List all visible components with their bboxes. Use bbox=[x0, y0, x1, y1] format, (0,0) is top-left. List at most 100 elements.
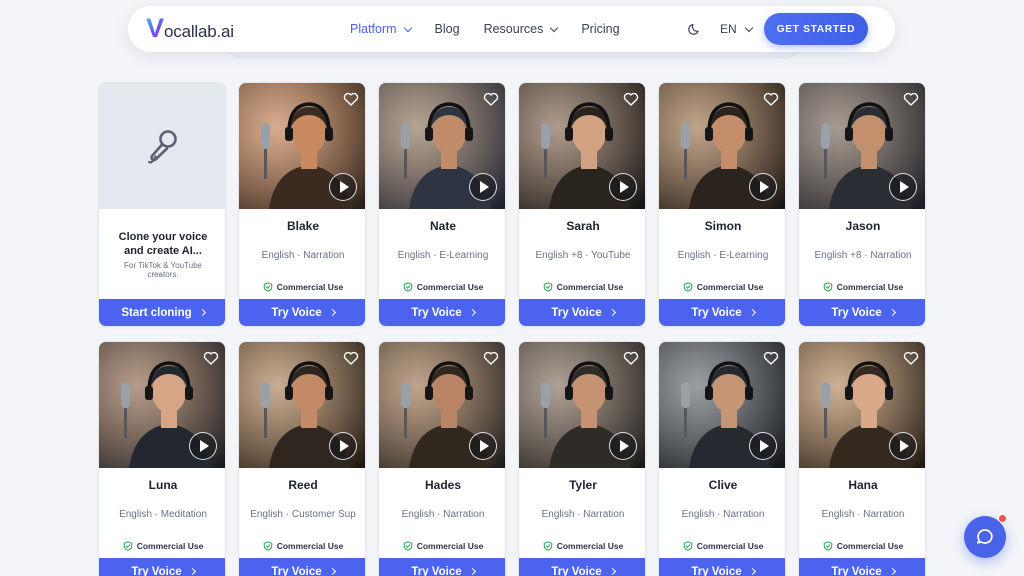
voice-name: Simon bbox=[704, 219, 742, 233]
voice-avatar-photo bbox=[379, 83, 505, 209]
voice-avatar-photo bbox=[659, 342, 785, 468]
clone-voice-card[interactable]: Clone your voice and create AI... For Ti… bbox=[98, 82, 226, 327]
microphone-icon bbox=[147, 130, 177, 164]
nav-platform[interactable]: Platform bbox=[350, 22, 412, 36]
play-icon bbox=[620, 440, 629, 452]
try-voice-button[interactable]: Try Voice bbox=[379, 558, 505, 576]
nav-resources[interactable]: Resources bbox=[484, 22, 559, 36]
play-button[interactable] bbox=[889, 173, 917, 201]
try-voice-button[interactable]: Try Voice bbox=[799, 558, 925, 576]
logo[interactable]: V ocallab.ai bbox=[146, 14, 234, 46]
clone-card-title: Clone your voice and create AI... bbox=[118, 231, 208, 257]
try-voice-button[interactable]: Try Voice bbox=[99, 558, 225, 576]
voice-card[interactable]: Jason English +8 · Narration Commercial … bbox=[798, 82, 926, 327]
chevron-right-icon bbox=[188, 567, 196, 576]
voice-card[interactable]: Simon English · E-Learning Commercial Us… bbox=[658, 82, 786, 327]
try-voice-button[interactable]: Try Voice bbox=[239, 299, 365, 326]
try-voice-button[interactable]: Try Voice bbox=[519, 558, 645, 576]
commercial-use-label: Commercial Use bbox=[696, 541, 764, 551]
voice-tags: English +8 · YouTube bbox=[535, 250, 631, 261]
voice-avatar-photo bbox=[659, 83, 785, 209]
play-icon bbox=[200, 440, 209, 452]
voice-name: Tyler bbox=[569, 478, 597, 492]
chevron-right-icon bbox=[198, 308, 206, 317]
commercial-use-label: Commercial Use bbox=[276, 282, 344, 292]
try-voice-label: Try Voice bbox=[131, 565, 182, 576]
voice-card[interactable]: Blake English · Narration Commercial Use… bbox=[238, 82, 366, 327]
play-button[interactable] bbox=[749, 432, 777, 460]
voice-card[interactable]: Reed English · Customer Sup Commercial U… bbox=[238, 341, 366, 576]
favorite-heart-icon[interactable] bbox=[763, 91, 779, 107]
play-button[interactable] bbox=[329, 173, 357, 201]
chevron-right-icon bbox=[608, 567, 616, 576]
start-cloning-button[interactable]: Start cloning bbox=[99, 299, 225, 326]
voice-card[interactable]: Nate English · E-Learning Commercial Use… bbox=[378, 82, 506, 327]
chevron-down-icon bbox=[744, 23, 753, 32]
chevron-right-icon bbox=[328, 567, 336, 576]
favorite-heart-icon[interactable] bbox=[903, 91, 919, 107]
try-voice-button[interactable]: Try Voice bbox=[519, 299, 645, 326]
start-cloning-label: Start cloning bbox=[121, 306, 192, 319]
shield-check-icon bbox=[263, 282, 272, 292]
nav-pricing[interactable]: Pricing bbox=[581, 22, 619, 36]
play-button[interactable] bbox=[889, 432, 917, 460]
voice-card[interactable]: Hades English · Narration Commercial Use… bbox=[378, 341, 506, 576]
play-button[interactable] bbox=[749, 173, 777, 201]
voice-tags: English · Narration bbox=[261, 250, 345, 261]
voice-card[interactable]: Luna English · Meditation Commercial Use… bbox=[98, 341, 226, 576]
favorite-heart-icon[interactable] bbox=[623, 350, 639, 366]
voice-tags: English · Narration bbox=[401, 509, 485, 520]
voice-tags: English · Meditation bbox=[119, 509, 207, 520]
voice-card[interactable]: Clive English · Narration Commercial Use… bbox=[658, 341, 786, 576]
commercial-use-badge: Commercial Use bbox=[239, 282, 365, 292]
commercial-use-label: Commercial Use bbox=[836, 282, 904, 292]
favorite-heart-icon[interactable] bbox=[623, 91, 639, 107]
favorite-heart-icon[interactable] bbox=[343, 350, 359, 366]
voice-tags: English +8 · Narration bbox=[814, 250, 912, 261]
nav-blog[interactable]: Blog bbox=[435, 22, 460, 36]
voice-avatar-photo bbox=[799, 83, 925, 209]
try-voice-button[interactable]: Try Voice bbox=[379, 299, 505, 326]
favorite-heart-icon[interactable] bbox=[483, 91, 499, 107]
get-started-button[interactable]: GET STARTED bbox=[764, 13, 868, 45]
play-button[interactable] bbox=[469, 432, 497, 460]
try-voice-button[interactable]: Try Voice bbox=[799, 299, 925, 326]
commercial-use-badge: Commercial Use bbox=[519, 282, 645, 292]
voice-card[interactable]: Hana English · Narration Commercial Use … bbox=[798, 341, 926, 576]
play-button[interactable] bbox=[609, 173, 637, 201]
voice-card[interactable]: Sarah English +8 · YouTube Commercial Us… bbox=[518, 82, 646, 327]
favorite-heart-icon[interactable] bbox=[343, 91, 359, 107]
play-button[interactable] bbox=[609, 432, 637, 460]
chevron-right-icon bbox=[608, 308, 616, 317]
voice-tags: English · Narration bbox=[541, 509, 625, 520]
voice-name: Nate bbox=[429, 219, 456, 233]
favorite-heart-icon[interactable] bbox=[483, 350, 499, 366]
shield-check-icon bbox=[823, 282, 832, 292]
voice-grid: Clone your voice and create AI... For Ti… bbox=[98, 82, 926, 576]
favorite-heart-icon[interactable] bbox=[763, 350, 779, 366]
try-voice-button[interactable]: Try Voice bbox=[659, 299, 785, 326]
commercial-use-badge: Commercial Use bbox=[379, 541, 505, 551]
voice-avatar-photo bbox=[519, 342, 645, 468]
favorite-heart-icon[interactable] bbox=[903, 350, 919, 366]
shield-check-icon bbox=[263, 541, 272, 551]
play-button[interactable] bbox=[329, 432, 357, 460]
logo-text: ocallab.ai bbox=[164, 22, 234, 41]
play-button[interactable] bbox=[469, 173, 497, 201]
commercial-use-label: Commercial Use bbox=[276, 541, 344, 551]
try-voice-label: Try Voice bbox=[271, 306, 322, 319]
chevron-down-icon bbox=[550, 23, 559, 32]
commercial-use-badge: Commercial Use bbox=[239, 541, 365, 551]
logo-mark: V bbox=[146, 13, 165, 43]
play-icon bbox=[900, 181, 909, 193]
play-icon bbox=[900, 440, 909, 452]
play-button[interactable] bbox=[189, 432, 217, 460]
language-selector[interactable]: EN bbox=[720, 6, 753, 52]
voice-tags: English · Narration bbox=[681, 509, 765, 520]
chevron-right-icon bbox=[748, 567, 756, 576]
voice-card[interactable]: Tyler English · Narration Commercial Use… bbox=[518, 341, 646, 576]
try-voice-button[interactable]: Try Voice bbox=[239, 558, 365, 576]
moon-icon[interactable] bbox=[688, 22, 702, 36]
favorite-heart-icon[interactable] bbox=[203, 350, 219, 366]
try-voice-button[interactable]: Try Voice bbox=[659, 558, 785, 576]
